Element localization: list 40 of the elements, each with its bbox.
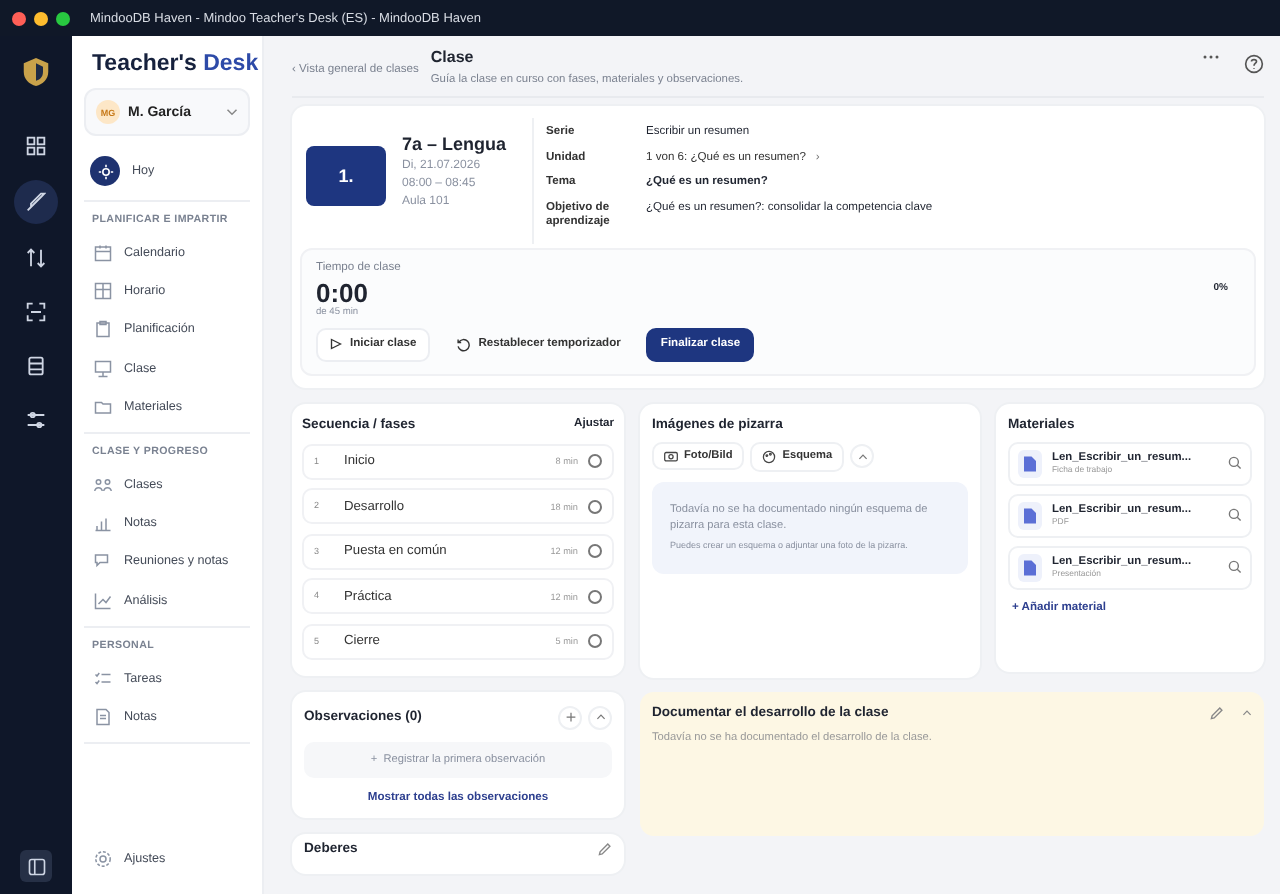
chart-icon xyxy=(94,591,112,610)
search-icon[interactable] xyxy=(1228,508,1242,522)
more-icon[interactable] xyxy=(1202,54,1220,60)
users-icon xyxy=(94,476,112,495)
camera-icon xyxy=(664,450,678,462)
help-icon[interactable] xyxy=(1244,54,1264,74)
clipboard-icon xyxy=(94,320,112,339)
search-icon[interactable] xyxy=(1228,560,1242,574)
bars-icon xyxy=(94,514,112,533)
pencil-icon[interactable] xyxy=(1210,705,1224,719)
pencil-icon[interactable] xyxy=(598,841,612,855)
brand-name: Teacher's xyxy=(92,52,197,76)
collapse-icon[interactable] xyxy=(1242,709,1252,715)
sidebar-toggle-icon[interactable] xyxy=(20,850,52,882)
palette-icon xyxy=(762,449,777,463)
page-title: Clase xyxy=(430,48,476,66)
calendar-icon xyxy=(94,244,112,263)
list-icon xyxy=(94,669,112,688)
timer-value: 0:00 xyxy=(316,277,371,307)
lesson-number-badge: 1. xyxy=(306,146,386,206)
document-icon xyxy=(1018,449,1042,477)
brand-name-accent: Desk xyxy=(203,52,259,76)
settings-icon xyxy=(94,849,112,868)
sun-icon xyxy=(90,156,120,186)
zoom-dot-icon[interactable] xyxy=(56,11,70,25)
folder-icon xyxy=(94,397,112,416)
shield-logo-icon xyxy=(22,56,50,88)
search-icon[interactable] xyxy=(1228,456,1242,470)
minimize-dot-icon[interactable] xyxy=(34,11,48,25)
chat-icon xyxy=(94,552,112,571)
document-icon xyxy=(1018,501,1042,529)
reset-icon xyxy=(456,337,471,351)
play-icon xyxy=(330,338,342,350)
close-dot-icon[interactable] xyxy=(12,11,26,25)
chevron-down-icon xyxy=(226,108,238,116)
note-icon xyxy=(94,707,112,726)
class-name: 7a – Lengua xyxy=(402,134,507,154)
document-icon xyxy=(1018,553,1042,581)
table-icon xyxy=(94,282,112,301)
board-icon xyxy=(94,359,112,378)
